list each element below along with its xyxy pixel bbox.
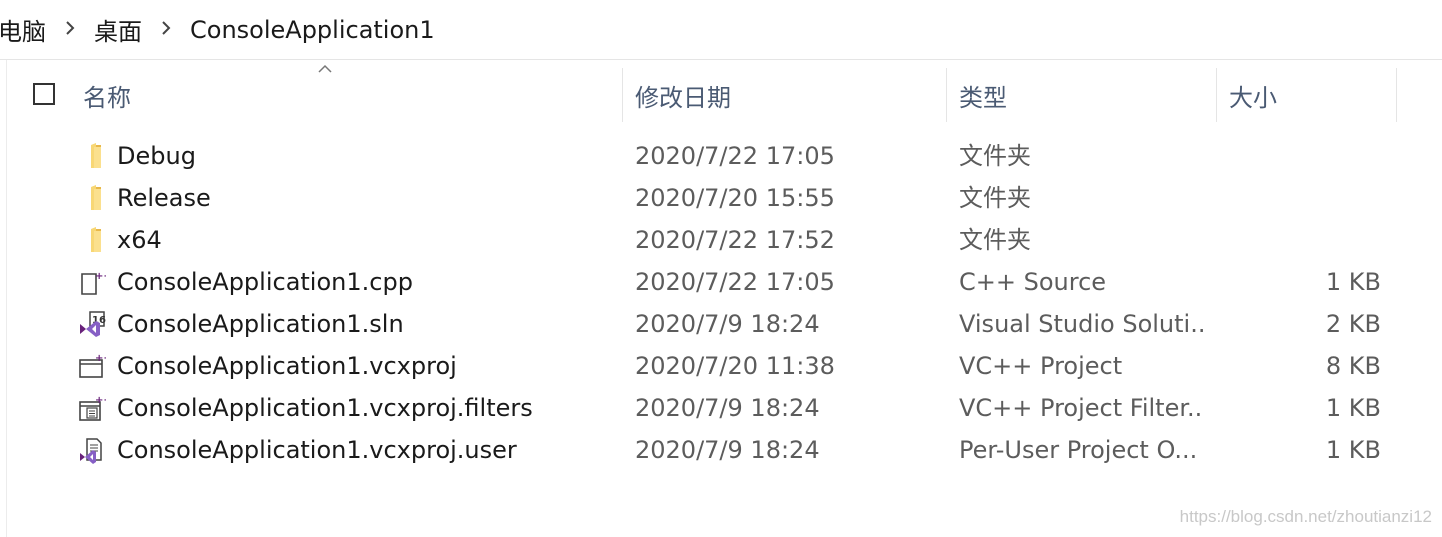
file-date: 2020/7/22 17:05 bbox=[635, 268, 835, 296]
file-size bbox=[1224, 219, 1381, 261]
folder-icon bbox=[91, 143, 101, 168]
column-header-date[interactable]: 修改日期 bbox=[635, 78, 731, 113]
file-row[interactable]: ++ ConsoleApplication1.vcxproj.filters 2… bbox=[64, 387, 1394, 429]
column-divider[interactable] bbox=[1396, 68, 1397, 122]
file-type: C++ Source bbox=[959, 268, 1107, 296]
file-name: ConsoleApplication1.vcxproj.filters bbox=[117, 394, 533, 422]
column-header-size[interactable]: 大小 bbox=[1229, 78, 1277, 113]
column-header-type[interactable]: 类型 bbox=[959, 78, 1007, 113]
file-type: Visual Studio Soluti... bbox=[959, 310, 1204, 338]
file-date: 2020/7/22 17:52 bbox=[635, 226, 835, 254]
file-size: 1 KB bbox=[1325, 268, 1381, 296]
file-date: 2020/7/9 18:24 bbox=[635, 394, 820, 422]
file-date: 2020/7/20 11:38 bbox=[635, 352, 835, 380]
file-type: VC++ Project bbox=[959, 352, 1123, 380]
svg-text:++: ++ bbox=[95, 271, 106, 282]
file-name: Debug bbox=[117, 142, 196, 170]
file-name: ConsoleApplication1.vcxproj.user bbox=[117, 436, 517, 464]
svg-text:++: ++ bbox=[95, 395, 106, 406]
user-file-icon bbox=[80, 438, 102, 464]
column-divider[interactable] bbox=[946, 68, 947, 122]
watermark: https://blog.csdn.net/zhoutianzi12 bbox=[1179, 507, 1432, 526]
file-row[interactable]: ConsoleApplication1.vcxproj.user 2020/7/… bbox=[64, 429, 1394, 471]
column-header-name[interactable]: 名称 bbox=[83, 78, 131, 113]
folder-icon bbox=[91, 185, 101, 210]
file-date: 2020/7/9 18:24 bbox=[635, 436, 820, 464]
file-row[interactable]: Release 2020/7/20 15:55 文件夹 bbox=[64, 177, 1394, 219]
svg-text:++: ++ bbox=[95, 353, 106, 364]
breadcrumb-item-computer[interactable]: 电脑 bbox=[0, 12, 46, 47]
file-row[interactable]: ++ ConsoleApplication1.cpp 2020/7/22 17:… bbox=[64, 261, 1394, 303]
file-row[interactable]: x64 2020/7/22 17:52 文件夹 bbox=[64, 219, 1394, 261]
filters-file-icon: ++ bbox=[79, 395, 106, 421]
file-explorer: 电脑 桌面 ConsoleApplication1 名称 修改日期 类型 大小 … bbox=[0, 0, 1442, 537]
file-size: 8 KB bbox=[1325, 352, 1381, 380]
select-all-checkbox[interactable] bbox=[33, 83, 55, 105]
file-name: Release bbox=[117, 184, 211, 212]
file-name: ConsoleApplication1.cpp bbox=[117, 268, 413, 296]
file-type: Per-User Project O... bbox=[959, 436, 1198, 464]
file-date: 2020/7/22 17:05 bbox=[635, 142, 835, 170]
file-type: 文件夹 bbox=[959, 142, 1031, 170]
breadcrumb: 电脑 桌面 ConsoleApplication1 bbox=[0, 0, 1442, 60]
chevron-right-icon[interactable] bbox=[154, 18, 178, 41]
file-type: VC++ Project Filter... bbox=[959, 394, 1204, 422]
file-type: 文件夹 bbox=[959, 184, 1031, 212]
file-name: x64 bbox=[117, 226, 162, 254]
folder-icon bbox=[91, 227, 101, 252]
file-name: ConsoleApplication1.vcxproj bbox=[117, 352, 457, 380]
cpp-file-icon: ++ bbox=[81, 271, 106, 295]
sln-file-icon: 16 bbox=[80, 311, 106, 337]
file-type: 文件夹 bbox=[959, 226, 1031, 254]
file-row[interactable]: ++ ConsoleApplication1.vcxproj 2020/7/20… bbox=[64, 345, 1394, 387]
file-date: 2020/7/20 15:55 bbox=[635, 184, 835, 212]
vcxproj-file-icon: ++ bbox=[79, 353, 106, 378]
file-row[interactable]: Debug 2020/7/22 17:05 文件夹 bbox=[64, 135, 1394, 177]
file-size bbox=[1224, 177, 1381, 219]
breadcrumb-item-desktop[interactable]: 桌面 bbox=[94, 12, 142, 47]
file-name: ConsoleApplication1.sln bbox=[117, 310, 404, 338]
file-size bbox=[1224, 135, 1381, 177]
column-divider[interactable] bbox=[1216, 68, 1217, 122]
sort-ascending-icon bbox=[318, 64, 332, 73]
file-size: 2 KB bbox=[1325, 310, 1381, 338]
column-divider[interactable] bbox=[622, 68, 623, 122]
breadcrumb-item-current-folder[interactable]: ConsoleApplication1 bbox=[190, 16, 435, 44]
chevron-right-icon[interactable] bbox=[58, 18, 82, 41]
pane-divider bbox=[6, 60, 7, 537]
file-date: 2020/7/9 18:24 bbox=[635, 310, 820, 338]
file-row[interactable]: 16 ConsoleApplication1.sln 2020/7/9 18:2… bbox=[64, 303, 1394, 345]
file-size: 1 KB bbox=[1325, 436, 1381, 464]
file-size: 1 KB bbox=[1325, 394, 1381, 422]
